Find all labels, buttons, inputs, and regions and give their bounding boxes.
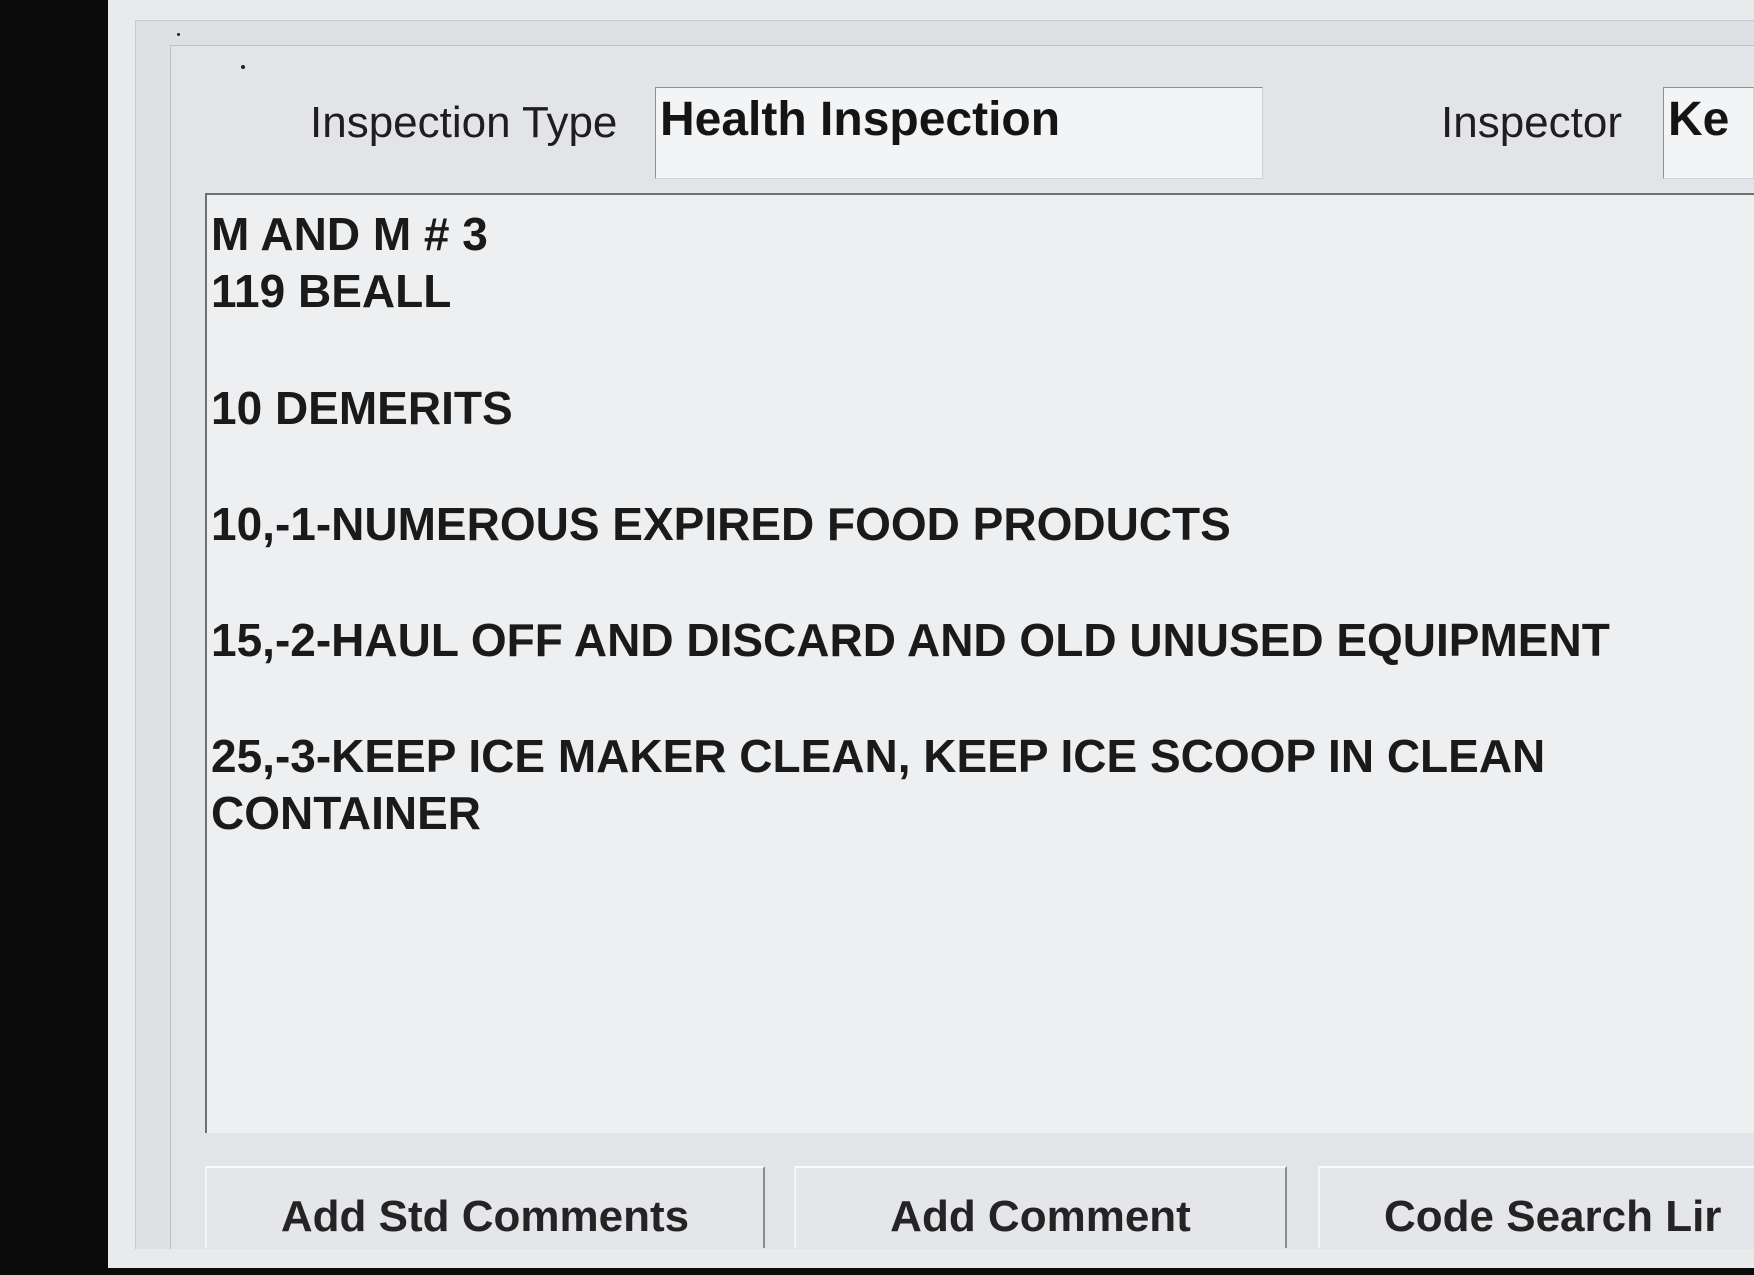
comment-line: 10,-1-NUMEROUS EXPIRED FOOD PRODUCTS (211, 498, 1231, 550)
comments-textarea[interactable]: M AND M # 3 119 BEALL 10 DEMERITS 10,-1-… (205, 193, 1754, 1133)
inspection-type-label: Inspection Type (310, 98, 618, 147)
comment-line: 25,-3-KEEP ICE MAKER CLEAN, KEEP ICE SCO… (211, 730, 1546, 782)
comment-line: 10 DEMERITS (211, 382, 513, 434)
inspector-label: Inspector (1441, 98, 1622, 147)
inspection-type-field[interactable]: Health Inspection (655, 87, 1263, 179)
add-comment-label: Add Comment (890, 1192, 1191, 1241)
comment-line: CONTAINER (211, 787, 482, 839)
code-search-label: Code Search Lir (1384, 1192, 1722, 1241)
code-search-button[interactable]: Code Search Lir (1318, 1166, 1754, 1248)
inspector-field[interactable]: Ke (1663, 87, 1754, 179)
scan-speck (177, 33, 180, 36)
comment-line: M AND M # 3 (211, 208, 488, 260)
comment-line: 15,-2-HAUL OFF AND DISCARD AND OLD UNUSE… (211, 614, 1610, 666)
scan-speck (241, 65, 245, 69)
comment-line: 119 BEALL (211, 265, 452, 317)
add-std-comments-label: Add Std Comments (280, 1192, 690, 1241)
add-std-comments-button[interactable]: Add Std Comments (205, 1166, 765, 1248)
add-comment-button[interactable]: Add Comment (794, 1166, 1287, 1248)
